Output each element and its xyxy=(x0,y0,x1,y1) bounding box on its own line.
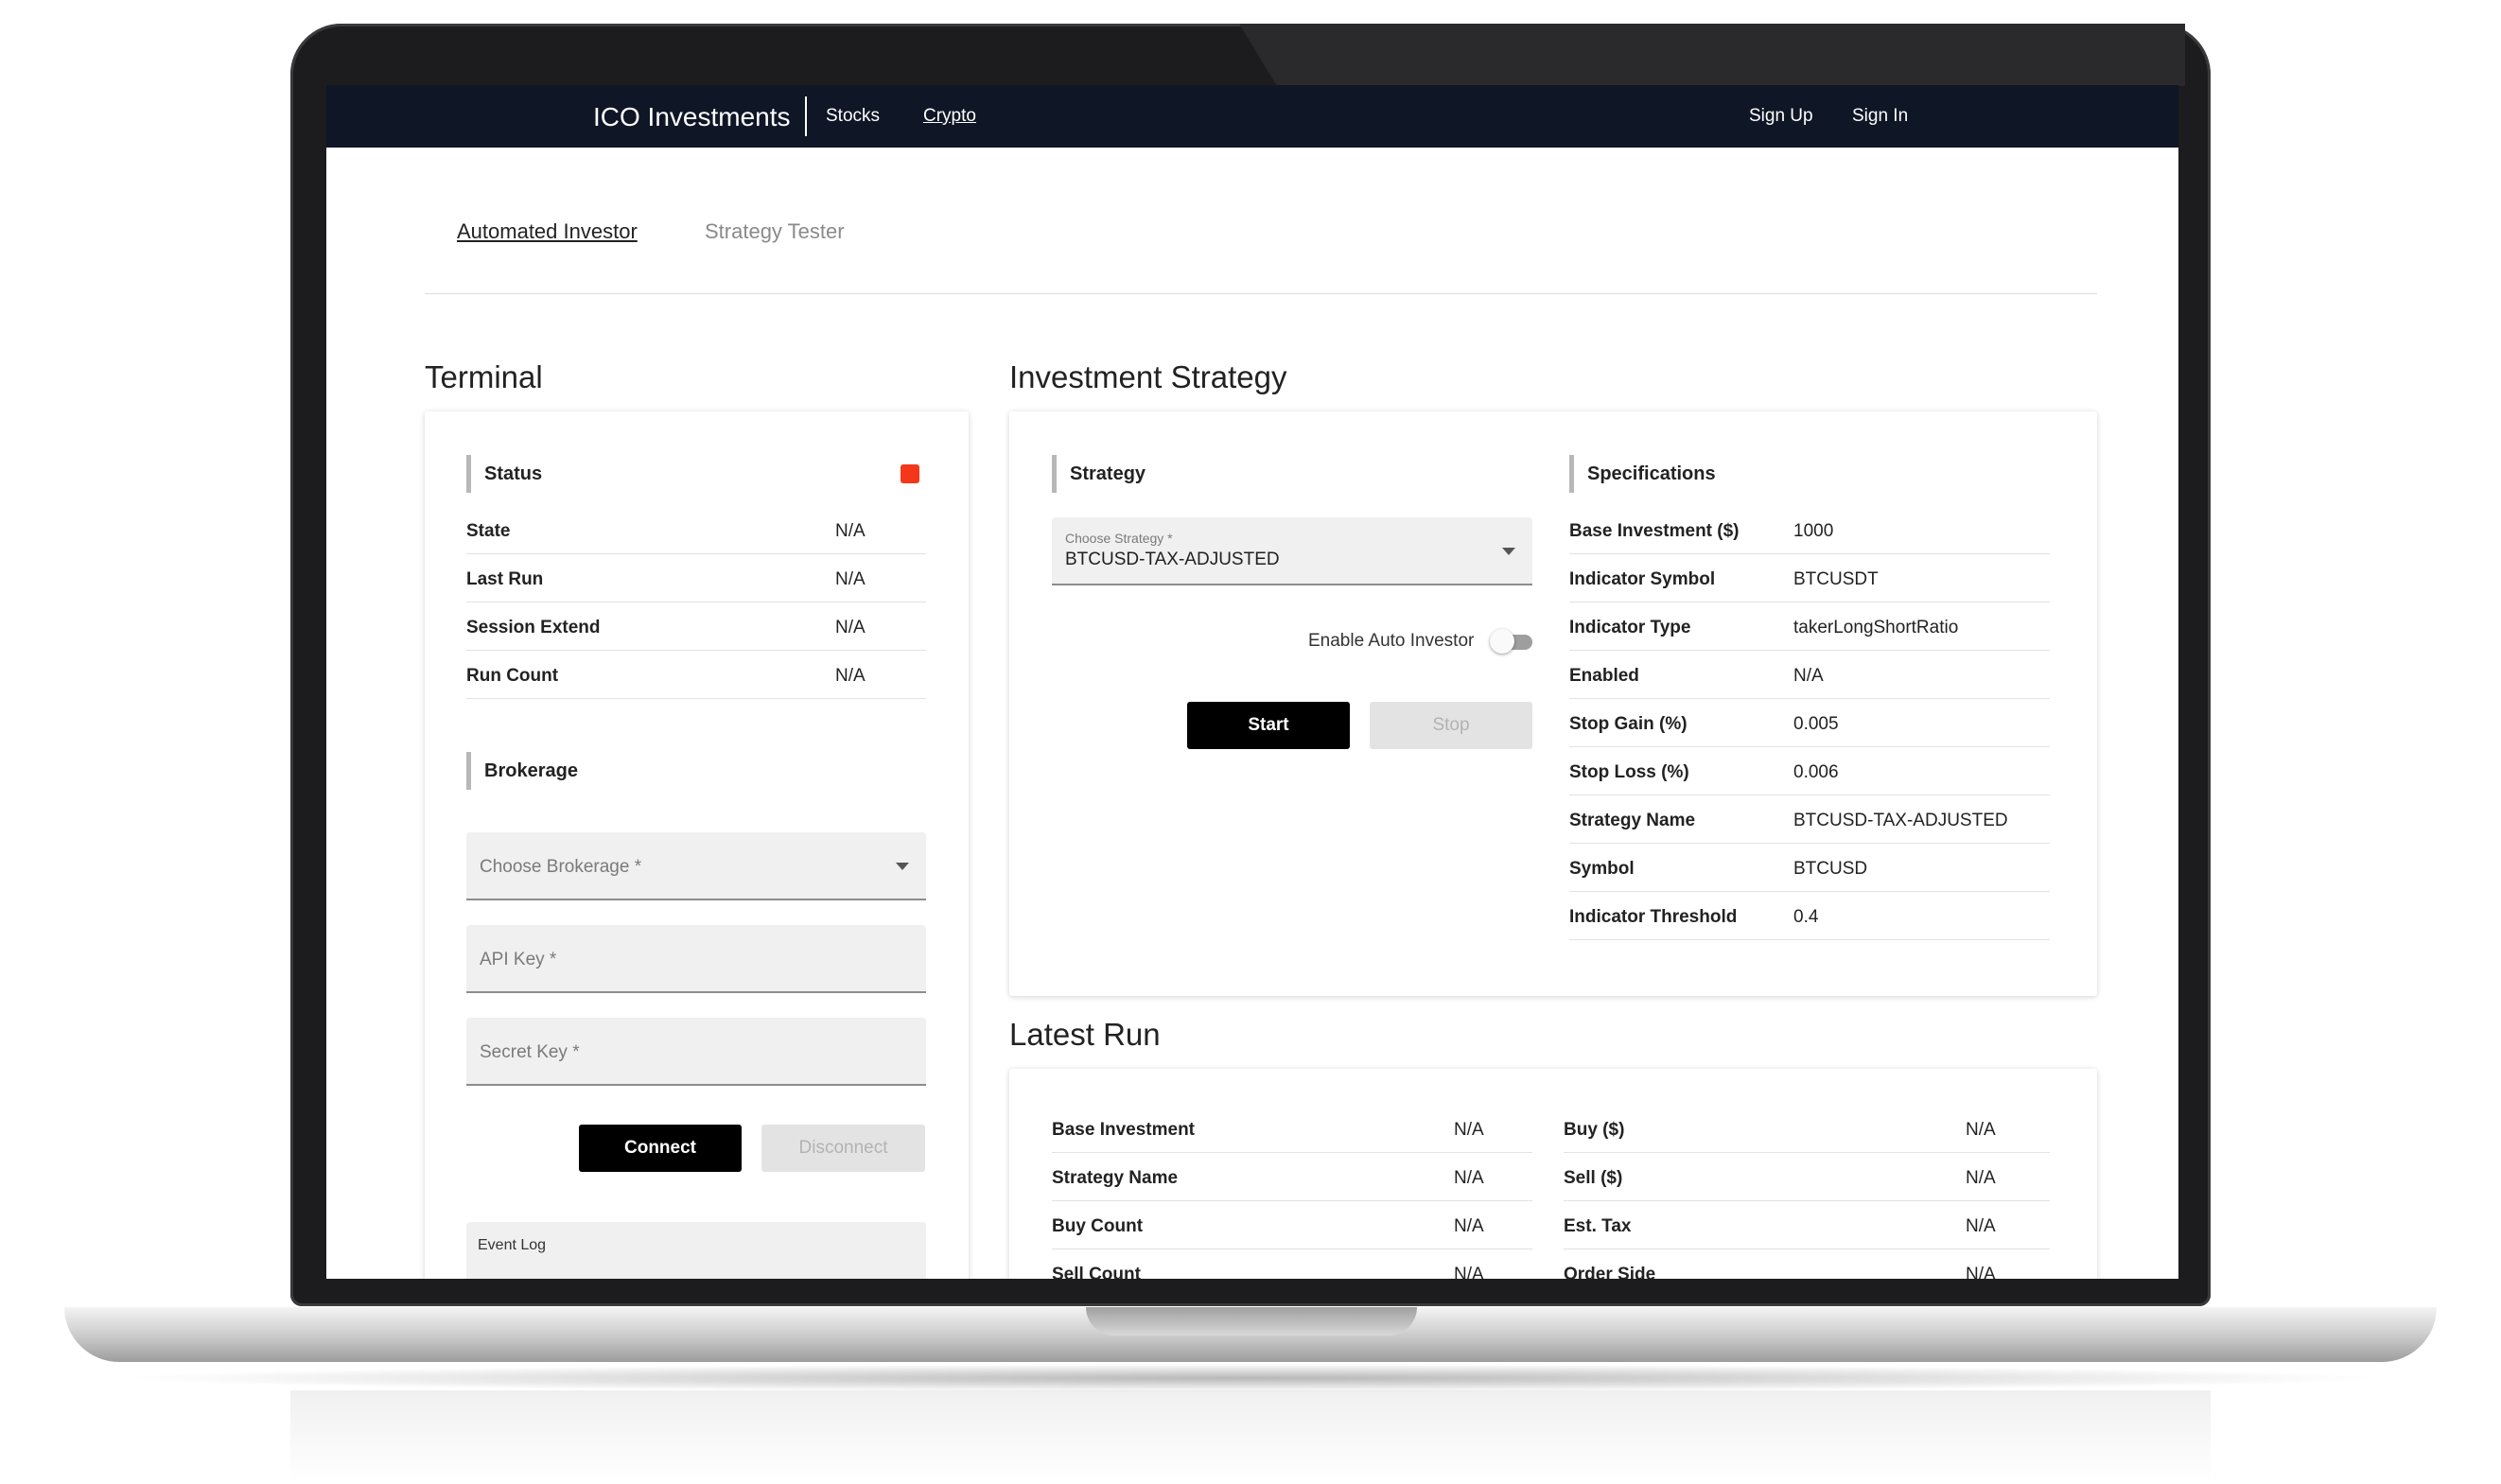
event-log[interactable]: Event Log xyxy=(466,1222,926,1279)
specifications-heading: Specifications xyxy=(1569,455,1716,493)
latest-run-row: Buy Count N/A xyxy=(1052,1201,1532,1249)
spec-row: Indicator Threshold 0.4 xyxy=(1569,892,2050,940)
laptop-notch xyxy=(1086,1307,1417,1336)
spec-row: Stop Loss (%) 0.006 xyxy=(1569,747,2050,795)
latest-run-row: Buy ($) N/A xyxy=(1564,1105,2050,1153)
spec-row: Enabled N/A xyxy=(1569,651,2050,699)
status-indicator xyxy=(901,464,919,483)
sign-in-link[interactable]: Sign In xyxy=(1852,106,1908,127)
latest-run-row: Order Side N/A xyxy=(1564,1249,2050,1279)
auto-investor-toggle-knob[interactable] xyxy=(1490,629,1514,654)
nav-link-stocks[interactable]: Stocks xyxy=(826,106,880,127)
investment-strategy-card: Strategy Choose Strategy * BTCUSD-TAX-AD… xyxy=(1009,411,2097,996)
spec-row: Stop Gain (%) 0.005 xyxy=(1569,699,2050,747)
chevron-down-icon xyxy=(1502,548,1515,555)
strategy-select[interactable]: Choose Strategy * BTCUSD-TAX-ADJUSTED xyxy=(1052,517,1532,585)
brand-divider xyxy=(805,96,807,136)
tab-strategy-tester[interactable]: Strategy Tester xyxy=(705,219,845,244)
latest-run-row: Sell Count N/A xyxy=(1052,1249,1532,1279)
brokerage-select[interactable]: Choose Brokerage * xyxy=(466,832,926,900)
chevron-down-icon xyxy=(896,863,909,870)
auto-investor-label: Enable Auto Investor xyxy=(1308,631,1475,651)
start-button[interactable]: Start xyxy=(1187,702,1350,749)
status-row: Session Extend N/A xyxy=(466,602,926,651)
latest-run-row: Sell ($) N/A xyxy=(1564,1153,2050,1201)
latest-run-row: Base Investment N/A xyxy=(1052,1105,1532,1153)
status-row: State N/A xyxy=(466,506,926,554)
api-key-input[interactable]: API Key * xyxy=(466,925,926,993)
terminal-card: Status State N/A Last Run N/A Session Ex… xyxy=(425,411,969,1279)
sign-up-link[interactable]: Sign Up xyxy=(1749,106,1813,127)
connect-button[interactable]: Connect xyxy=(579,1125,742,1172)
latest-run-row: Est. Tax N/A xyxy=(1564,1201,2050,1249)
strategy-heading: Strategy xyxy=(1052,455,1146,493)
laptop-lid-gloss xyxy=(1239,24,2185,86)
brand-logo[interactable]: ICO Investments xyxy=(593,102,791,132)
spec-row: Indicator Symbol BTCUSDT xyxy=(1569,554,2050,602)
disconnect-button[interactable]: Disconnect xyxy=(761,1125,925,1172)
laptop-shadow xyxy=(114,1364,2387,1392)
status-heading: Status xyxy=(466,455,542,493)
laptop-reflection xyxy=(290,1390,2211,1484)
stop-button[interactable]: Stop xyxy=(1370,702,1532,749)
status-row: Last Run N/A xyxy=(466,554,926,602)
status-row: Run Count N/A xyxy=(466,651,926,699)
latest-run-title: Latest Run xyxy=(1009,1017,1161,1052)
top-navbar: ICO Investments Stocks Crypto Sign Up Si… xyxy=(326,85,2178,148)
tab-automated-investor[interactable]: Automated Investor xyxy=(457,219,638,244)
tab-divider xyxy=(425,293,2097,294)
spec-row: Symbol BTCUSD xyxy=(1569,844,2050,892)
nav-link-crypto[interactable]: Crypto xyxy=(923,106,976,127)
latest-run-row: Strategy Name N/A xyxy=(1052,1153,1532,1201)
secret-key-input[interactable]: Secret Key * xyxy=(466,1018,926,1086)
spec-row: Indicator Type takerLongShortRatio xyxy=(1569,602,2050,651)
app-screen: ICO Investments Stocks Crypto Sign Up Si… xyxy=(326,85,2178,1279)
terminal-title: Terminal xyxy=(425,359,543,394)
investment-strategy-title: Investment Strategy xyxy=(1009,359,1287,394)
brokerage-heading: Brokerage xyxy=(466,752,578,790)
latest-run-card: Base Investment N/A Strategy Name N/A Bu… xyxy=(1009,1069,2097,1279)
spec-row: Strategy Name BTCUSD-TAX-ADJUSTED xyxy=(1569,795,2050,844)
spec-row: Base Investment ($) 1000 xyxy=(1569,506,2050,554)
event-log-label: Event Log xyxy=(478,1237,547,1253)
